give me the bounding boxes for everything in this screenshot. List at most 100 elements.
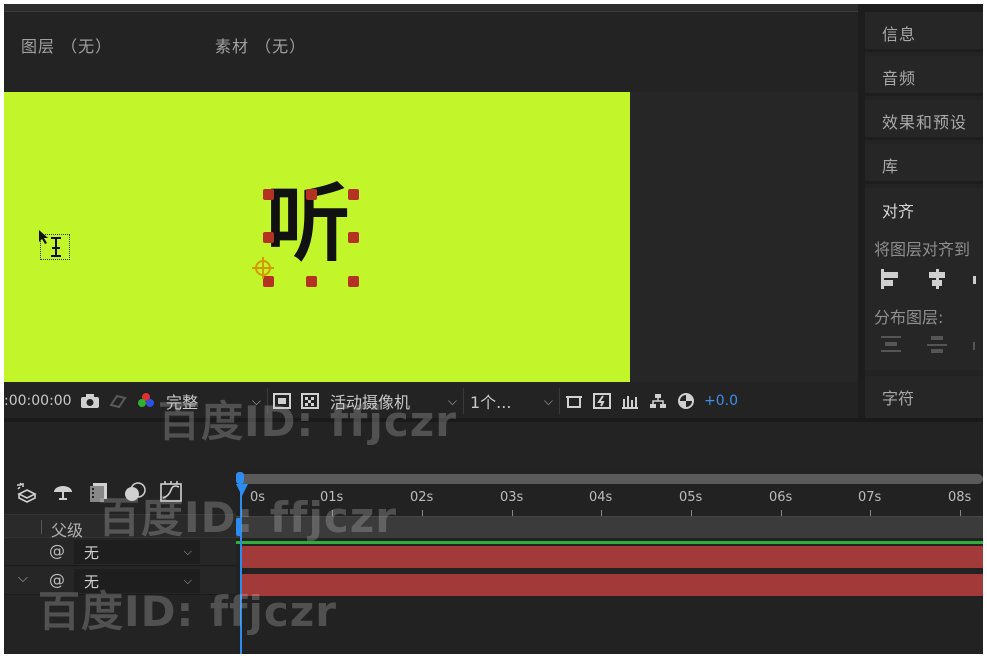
region-of-interest-icon[interactable] xyxy=(271,390,293,412)
distribute-bottom-icon[interactable] xyxy=(971,334,983,356)
align-to-label: 将图层对齐到 xyxy=(874,240,971,259)
current-time-display[interactable]: :00:00:00 xyxy=(4,393,76,409)
time-navigator-bar[interactable] xyxy=(236,474,983,484)
tab-layer[interactable]: 图层 （无） xyxy=(21,33,112,57)
ruler-tick-label: 03s xyxy=(500,490,524,505)
work-area-bar[interactable] xyxy=(236,516,983,538)
color-channels-icon[interactable] xyxy=(135,390,157,412)
text-cursor-icon xyxy=(37,228,73,262)
fast-preview-icon[interactable] xyxy=(591,390,613,412)
panel-libraries[interactable]: 库 xyxy=(865,144,983,184)
tab-footage[interactable]: 素材 （无） xyxy=(215,33,306,57)
ruler-tick-label: 05s xyxy=(679,490,703,505)
camera-view-value: 活动摄像机 xyxy=(330,393,411,412)
transform-handle[interactable] xyxy=(306,276,317,287)
resolution-value: 完整 xyxy=(166,393,199,412)
composition-canvas[interactable]: 听 xyxy=(4,92,630,382)
motion-blur-icon[interactable] xyxy=(122,479,148,505)
right-panel: 信息 音频 效果和预设 库 对齐 将图层对齐到 分布图层: 字符 xyxy=(865,12,983,418)
show-snapshot-icon[interactable] xyxy=(107,390,129,412)
viewer-panel: 图层 （无） 素材 （无） 听:00:00:00 完整 ⌵ 活动摄像机 ⌵ 1… xyxy=(4,4,858,418)
reset-exposure-icon[interactable] xyxy=(675,390,697,412)
panel-effects-presets[interactable]: 效果和预设 xyxy=(865,100,983,140)
distribute-label: 分布图层: xyxy=(874,308,944,327)
timeline-switches xyxy=(4,470,236,514)
twirl-down-icon[interactable]: ⌵ xyxy=(18,571,28,586)
timeline-header-blank xyxy=(4,422,983,470)
ruler-tick-label: 07s xyxy=(858,490,882,505)
chevron-down-icon: ⌵ xyxy=(543,393,553,408)
timeline-column-header: 父级 xyxy=(4,514,236,540)
parent-dropdown[interactable]: 无 ⌵ xyxy=(74,569,200,593)
flowchart-icon[interactable] xyxy=(647,390,669,412)
align-horizontal-center-icon[interactable] xyxy=(925,268,949,290)
parent-dropdown[interactable]: 无 ⌵ xyxy=(74,540,200,564)
panel-effects-label: 效果和预设 xyxy=(882,113,968,132)
ruler-tick-label: 01s xyxy=(320,490,344,505)
align-buttons xyxy=(879,268,983,290)
resolution-dropdown[interactable]: 完整 ⌵ xyxy=(160,388,268,414)
distribute-vcenter-icon[interactable] xyxy=(925,334,949,356)
ruler-tick-label: 0s xyxy=(250,490,266,505)
timeline-panel: 父级 @ 无 ⌵ ⌵ @ 无 ⌵ 0s 01s 02s 03s 04s 05s … xyxy=(4,422,983,654)
ruler-tick-label: 06s xyxy=(769,490,793,505)
chevron-down-icon: ⌵ xyxy=(251,393,261,408)
snapshot-camera-icon[interactable] xyxy=(79,390,101,412)
toggle-pixel-aspect-icon[interactable] xyxy=(563,390,585,412)
graph-editor-icon[interactable] xyxy=(158,479,184,505)
panel-info-label: 信息 xyxy=(882,25,917,44)
viewer-toolbar: :00:00:00 完整 ⌵ 活动摄像机 ⌵ 1个... ⌵ +0.0 xyxy=(4,384,858,418)
transform-handle[interactable] xyxy=(263,232,274,243)
ruler-tick-label: 04s xyxy=(589,490,613,505)
panel-top-border xyxy=(4,4,858,12)
transform-handle[interactable] xyxy=(263,276,274,287)
current-time-indicator-line[interactable] xyxy=(240,490,242,654)
timeline-track-area[interactable]: 0s 01s 02s 03s 04s 05s 06s 07s 08s xyxy=(236,470,983,654)
camera-view-dropdown[interactable]: 活动摄像机 ⌵ xyxy=(324,388,464,414)
parent-value: 无 xyxy=(84,543,100,562)
distribute-buttons xyxy=(879,334,983,356)
layer-duration-bar[interactable] xyxy=(242,574,983,596)
panel-audio[interactable]: 音频 xyxy=(865,56,983,96)
transform-handle[interactable] xyxy=(348,189,359,200)
align-title[interactable]: 对齐 xyxy=(882,198,914,222)
exposure-value[interactable]: +0.0 xyxy=(704,393,738,409)
view-layout-dropdown[interactable]: 1个... ⌵ xyxy=(464,388,560,414)
composition-mini-flowchart-icon[interactable] xyxy=(14,479,40,505)
align-right-icon[interactable] xyxy=(971,268,983,290)
ruler-tick-label: 08s xyxy=(948,490,972,505)
shy-layers-icon[interactable] xyxy=(50,479,76,505)
transform-handle[interactable] xyxy=(348,232,359,243)
anchor-point-icon[interactable] xyxy=(252,257,274,279)
timeline-layer-list: 父级 @ 无 ⌵ ⌵ @ 无 ⌵ xyxy=(4,470,236,654)
panel-audio-label: 音频 xyxy=(882,69,917,88)
chevron-down-icon: ⌵ xyxy=(183,574,192,587)
transform-handle[interactable] xyxy=(306,189,317,200)
ruler-tick-label: 02s xyxy=(410,490,434,505)
panel-align: 对齐 将图层对齐到 分布图层: xyxy=(865,188,983,370)
panel-character[interactable]: 字符 xyxy=(865,376,983,418)
panel-libraries-label: 库 xyxy=(882,157,900,176)
parent-value: 无 xyxy=(84,572,100,591)
transform-handle[interactable] xyxy=(263,189,274,200)
time-ruler[interactable]: 0s 01s 02s 03s 04s 05s 06s 07s 08s xyxy=(236,484,983,516)
panel-character-label: 字符 xyxy=(882,389,915,408)
transform-handle[interactable] xyxy=(348,276,359,287)
layer-row[interactable]: @ 无 ⌵ xyxy=(4,538,236,566)
pickwhip-spiral-icon[interactable]: @ xyxy=(49,541,65,560)
align-left-icon[interactable] xyxy=(879,268,903,290)
timeline-graph-icon[interactable] xyxy=(619,390,641,412)
layer-duration-bar[interactable] xyxy=(242,546,983,568)
pickwhip-spiral-icon[interactable]: @ xyxy=(49,570,65,589)
transparency-grid-icon[interactable] xyxy=(299,390,321,412)
layer-row[interactable]: ⌵ @ 无 ⌵ xyxy=(4,567,236,595)
viewer-tabs: 图层 （无） 素材 （无） xyxy=(4,13,858,93)
chevron-down-icon: ⌵ xyxy=(183,545,192,558)
distribute-top-icon[interactable] xyxy=(879,334,903,356)
playhead-marker-icon[interactable] xyxy=(236,484,248,496)
panel-info[interactable]: 信息 xyxy=(865,12,983,52)
current-time-indicator-handle[interactable] xyxy=(236,472,244,484)
chevron-down-icon: ⌵ xyxy=(447,393,457,408)
frame-blending-icon[interactable] xyxy=(86,479,112,505)
render-status-line xyxy=(236,541,983,544)
